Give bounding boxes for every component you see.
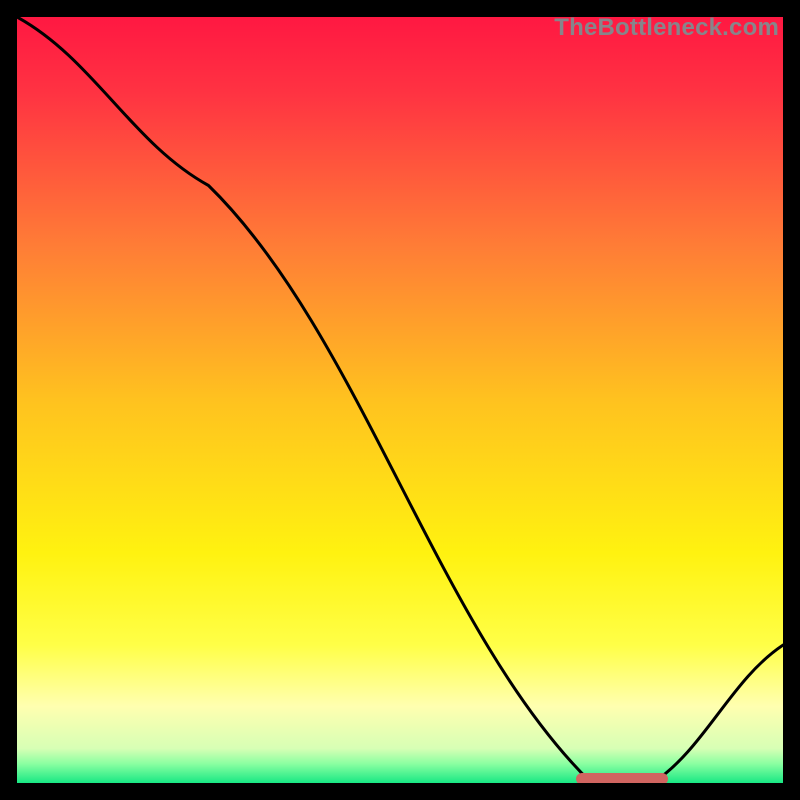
chart-frame: TheBottleneck.com [0,0,800,800]
plot-area: TheBottleneck.com [17,17,783,783]
watermark-label: TheBottleneck.com [554,17,779,42]
background-gradient [17,17,783,783]
optimal-range-marker [576,773,668,783]
